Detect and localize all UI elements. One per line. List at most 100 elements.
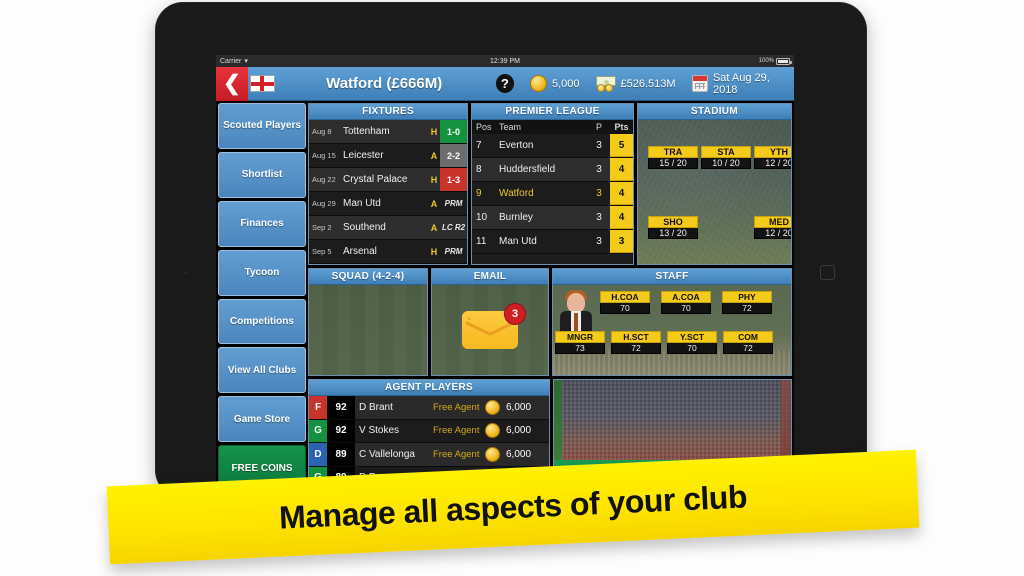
fixture-home-away: A [430, 222, 438, 233]
england-flag-icon [249, 75, 275, 92]
staff-panel[interactable]: STAFF H.COA 70 A.COA 70 PHY 72 MNGR 73 H… [552, 268, 792, 376]
sidebar-item-tycoon[interactable]: Tycoon [218, 249, 306, 296]
league-team: Everton [499, 140, 534, 151]
league-position: 8 [476, 164, 482, 175]
coin-icon [483, 423, 501, 439]
table-row[interactable]: D 89 C Vallelonga Free Agent 6,000 [309, 443, 549, 467]
squad-panel[interactable]: SQUAD (4-2-4) [308, 268, 428, 376]
facility-code: STA [701, 146, 751, 158]
player-rating: 92 [327, 396, 355, 419]
squad-title: SQUAD (4-2-4) [309, 269, 427, 286]
facility-value: 15 / 20 [648, 158, 698, 169]
fixture-home-away: H [430, 246, 438, 257]
staff-code: PHY [722, 291, 772, 304]
coins-indicator[interactable]: 5,000 [529, 75, 580, 92]
facility-value: 12 / 20 [754, 158, 791, 169]
sidebar-item-shortlist[interactable]: Shortlist [218, 151, 306, 198]
table-row[interactable]: Aug 15 Leicester A 2-2 [309, 144, 467, 168]
league-team: Huddersfield [499, 164, 556, 175]
fixture-opponent: Arsenal [343, 246, 377, 257]
league-title: PREMIER LEAGUE [472, 104, 633, 120]
facility-medical[interactable]: MED 12 / 20 [754, 216, 791, 239]
fixture-opponent: Man Utd [343, 198, 381, 209]
league-table-panel[interactable]: PREMIER LEAGUE Pos Team P Pts 7 Everton … [471, 103, 634, 266]
date-indicator[interactable]: Sat Aug 29, 2018 [691, 71, 794, 96]
league-played: 3 [596, 212, 602, 223]
fixtures-title: FIXTURES [309, 104, 467, 120]
fixture-home-away: H [430, 174, 438, 185]
stadium-crowd-image [554, 380, 791, 460]
club-flag [248, 67, 277, 101]
league-header-row: Pos Team P Pts [472, 120, 633, 134]
table-row[interactable]: Aug 8 Tottenham H 1-0 [309, 120, 467, 144]
facility-youth[interactable]: YTH 12 / 20 [754, 146, 791, 169]
player-price: 6,000 [506, 448, 532, 460]
back-button[interactable]: ❮ [216, 66, 248, 101]
home-button[interactable] [820, 265, 835, 280]
column-header-pos: Pos [476, 122, 492, 132]
player-price: 6,000 [506, 401, 532, 413]
staff-code: H.SCT [611, 331, 661, 344]
fixtures-panel[interactable]: FIXTURES Aug 8 Tottenham H 1-0 Aug 15 Le… [308, 103, 468, 266]
staff-commercial[interactable]: COM 72 [723, 331, 773, 355]
sidebar-item-view-all-clubs[interactable]: View All Clubs [218, 347, 306, 394]
cash-indicator[interactable]: £526.513M [595, 76, 676, 92]
table-row[interactable]: Sep 2 Southend A LC R2 [309, 216, 467, 240]
player-position: G [309, 419, 327, 442]
staff-value: 72 [723, 343, 773, 355]
staff-youth-scout[interactable]: Y.SCT 70 [667, 331, 717, 355]
staff-head-scout[interactable]: H.SCT 72 [611, 331, 661, 355]
fixture-date: Aug 29 [312, 199, 336, 208]
staff-title: STAFF [553, 269, 791, 286]
table-row[interactable]: Aug 29 Man Utd A PRM [309, 192, 467, 216]
email-panel[interactable]: EMAIL 3 [431, 268, 549, 376]
table-row[interactable]: 10 Burnley 3 4 [472, 206, 633, 230]
fixture-opponent: Tottenham [343, 126, 390, 137]
fixture-date: Sep 2 [312, 223, 332, 232]
table-row[interactable]: 8 Huddersfield 3 4 [472, 158, 633, 182]
league-played: 3 [596, 140, 602, 151]
staff-head-coach[interactable]: H.COA 70 [600, 291, 650, 315]
staff-manager[interactable]: MNGR 73 [555, 331, 605, 355]
facility-value: 10 / 20 [701, 158, 751, 169]
date-value: Sat Aug 29, 2018 [712, 71, 770, 96]
table-row[interactable]: 11 Man Utd 3 3 [472, 230, 633, 254]
facility-training[interactable]: TRA 15 / 20 [648, 146, 698, 169]
envelope-icon[interactable]: 3 [462, 303, 526, 350]
manager-avatar-icon [559, 289, 593, 336]
stadium-panel[interactable]: STADIUM TRA 15 / 20 STA 10 / 20 YTH 12 /… [637, 103, 792, 266]
battery-percent-label: 100% [758, 58, 774, 64]
table-row[interactable]: F 92 D Brant Free Agent 6,000 [309, 396, 549, 420]
staff-value: 70 [600, 303, 650, 315]
league-played: 3 [596, 236, 602, 247]
coins-value: 5,000 [551, 77, 580, 90]
table-row[interactable]: G 92 V Stokes Free Agent 6,000 [309, 419, 549, 443]
sidebar-menu: Scouted Players Shortlist Finances Tycoo… [216, 101, 308, 491]
league-team: Burnley [499, 212, 533, 223]
table-row-highlighted[interactable]: 9 Watford 3 4 [472, 182, 633, 206]
app-header: ❮ Watford (£666M) ? 5,000 £526.513M Sat … [216, 66, 794, 101]
content-area: FIXTURES Aug 8 Tottenham H 1-0 Aug 15 Le… [308, 101, 794, 491]
table-row[interactable]: Aug 22 Crystal Palace H 1-3 [309, 168, 467, 192]
sidebar-item-scouted-players[interactable]: Scouted Players [218, 103, 306, 149]
table-row[interactable]: Sep 5 Arsenal H PRM [309, 240, 467, 264]
player-club: Free Agent [433, 401, 480, 413]
sidebar-item-game-store[interactable]: Game Store [218, 396, 306, 443]
league-played: 3 [596, 164, 602, 175]
staff-value: 72 [722, 303, 772, 315]
fixture-home-away: A [430, 150, 438, 161]
staff-physio[interactable]: PHY 72 [722, 291, 772, 315]
staff-assistant-coach[interactable]: A.COA 70 [661, 291, 711, 315]
fixture-result: PRM [444, 247, 463, 256]
fixture-home-away: H [430, 126, 438, 137]
fixture-opponent: Southend [343, 222, 386, 233]
sidebar-item-finances[interactable]: Finances [218, 200, 306, 247]
facility-shop[interactable]: SHO 13 / 20 [648, 216, 698, 239]
table-row[interactable]: 7 Everton 3 5 [472, 134, 633, 158]
staff-code: H.COA [600, 291, 650, 304]
squad-pitch-preview [309, 285, 427, 375]
help-button[interactable]: ? [495, 74, 514, 93]
column-header-points: Pts [614, 122, 629, 132]
facility-stadium[interactable]: STA 10 / 20 [701, 146, 751, 169]
sidebar-item-competitions[interactable]: Competitions [218, 298, 306, 345]
